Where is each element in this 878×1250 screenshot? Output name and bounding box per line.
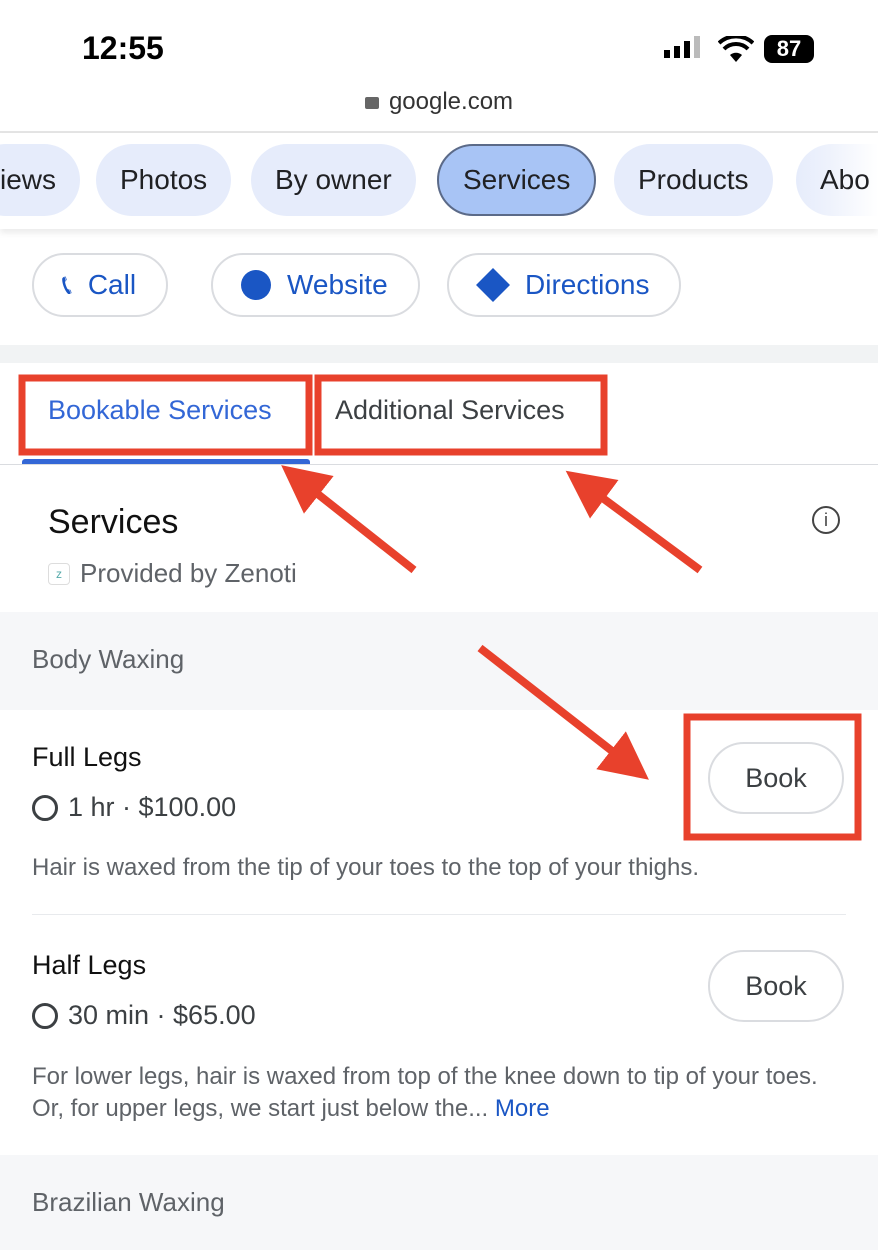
url-text: google.com bbox=[388, 88, 514, 115]
annotation-arrow bbox=[281, 465, 417, 574]
provider: z Provided by Zenoti bbox=[48, 558, 297, 589]
service-meta: 1 hr · $100.00 bbox=[32, 792, 236, 823]
chip-by-owner[interactable]: By owner bbox=[251, 144, 416, 216]
services-title: Services bbox=[48, 503, 179, 541]
call-button[interactable]: 📞︎ Call bbox=[32, 253, 169, 317]
description-text: For lower legs, hair is waxed from top o… bbox=[32, 1063, 818, 1122]
divider bbox=[32, 914, 846, 915]
section-chips: iews Photos By owner Services Products A… bbox=[0, 133, 878, 229]
category-name: Body Waxing bbox=[32, 644, 185, 674]
status-time: 12:55 bbox=[82, 30, 164, 66]
phone-icon: 📞︎ bbox=[62, 269, 72, 300]
category-header: Brazilian Waxing bbox=[0, 1155, 878, 1250]
lock-icon bbox=[364, 97, 379, 109]
wifi-icon bbox=[718, 36, 754, 62]
divider bbox=[0, 464, 878, 465]
service-name: Half Legs bbox=[32, 950, 147, 980]
divider bbox=[0, 345, 878, 363]
chip-photos[interactable]: Photos bbox=[96, 144, 232, 216]
address-bar[interactable]: google.com bbox=[0, 88, 878, 116]
service-name: Full Legs bbox=[32, 742, 142, 772]
chip-products[interactable]: Products bbox=[614, 144, 773, 216]
more-link[interactable]: More bbox=[495, 1095, 550, 1122]
tab-bookable-services[interactable]: Bookable Services bbox=[48, 395, 272, 426]
book-button[interactable]: Book bbox=[708, 950, 844, 1022]
website-label: Website bbox=[287, 269, 388, 300]
website-button[interactable]: Website bbox=[211, 253, 420, 317]
chip-services[interactable]: Services bbox=[437, 144, 597, 216]
chip-about[interactable]: Abo bbox=[796, 144, 878, 216]
signal-icon bbox=[664, 36, 700, 58]
globe-icon bbox=[241, 270, 271, 300]
battery-indicator: 87 bbox=[764, 35, 814, 63]
directions-button[interactable]: Directions bbox=[447, 253, 682, 317]
info-icon[interactable]: i bbox=[812, 506, 840, 534]
clock-icon bbox=[32, 1002, 58, 1029]
directions-icon bbox=[476, 268, 510, 302]
book-button[interactable]: Book bbox=[708, 742, 844, 814]
chip-reviews[interactable]: iews bbox=[0, 144, 81, 216]
tab-indicator bbox=[22, 459, 310, 464]
annotation-arrow bbox=[565, 470, 703, 574]
service-description: Hair is waxed from the tip of your toes … bbox=[32, 854, 699, 881]
provider-text: Provided by Zenoti bbox=[80, 558, 297, 588]
service-meta: 30 min · $65.00 bbox=[32, 1000, 256, 1031]
zenoti-logo-icon: z bbox=[48, 562, 70, 585]
category-header: Body Waxing bbox=[0, 612, 878, 710]
service-description: For lower legs, hair is waxed from top o… bbox=[32, 1061, 822, 1125]
category-name: Brazilian Waxing bbox=[32, 1187, 225, 1217]
duration-price: 30 min · $65.00 bbox=[68, 1000, 256, 1030]
call-label: Call bbox=[87, 269, 137, 300]
clock-icon bbox=[32, 794, 58, 821]
tab-additional-services[interactable]: Additional Services bbox=[335, 395, 565, 426]
directions-label: Directions bbox=[525, 269, 650, 300]
duration-price: 1 hr · $100.00 bbox=[68, 792, 237, 822]
